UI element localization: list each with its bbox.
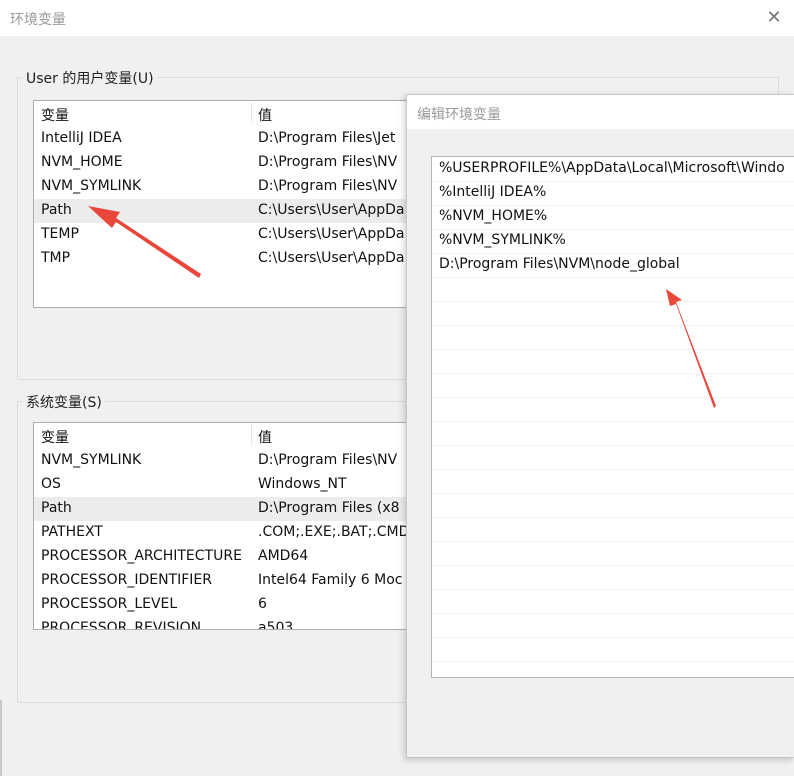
path-entry: %USERPROFILE%\AppData\Local\Microsoft\Wi…	[439, 160, 785, 176]
dialog-title: 编辑环境变量	[417, 107, 501, 123]
system-vars-label: 系统变量(S)	[23, 392, 105, 412]
var-value: a503	[258, 620, 294, 630]
var-name: IntelliJ IDEA	[41, 130, 122, 146]
var-name: NVM_SYMLINK	[41, 452, 142, 468]
table-row[interactable]: NVM_SYMLINK D:\Program Files\NV	[34, 175, 414, 199]
list-item[interactable]: %NVM_HOME%	[432, 205, 794, 230]
table-row[interactable]: NVM_SYMLINK D:\Program Files\NV	[34, 449, 414, 473]
table-row-selected[interactable]: Path C:\Users\User\AppDa	[34, 199, 414, 223]
var-value: .COM;.EXE;.BAT;.CMD	[258, 524, 410, 540]
empty-row	[432, 469, 794, 494]
list-item[interactable]: %USERPROFILE%\AppData\Local\Microsoft\Wi…	[432, 157, 794, 182]
table-row[interactable]: TMP C:\Users\User\AppDa	[34, 247, 414, 271]
path-entry: %NVM_SYMLINK%	[439, 232, 566, 248]
empty-row	[432, 301, 794, 326]
col-divider[interactable]	[251, 103, 252, 123]
empty-row	[432, 349, 794, 374]
list-item[interactable]: D:\Program Files\NVM\node_global	[432, 253, 794, 278]
var-name: NVM_SYMLINK	[41, 178, 142, 194]
empty-row	[432, 493, 794, 518]
close-icon[interactable]: ✕	[760, 4, 788, 32]
system-vars-header: 变量 值	[34, 423, 414, 447]
var-value: D:\Program Files (x8	[258, 500, 400, 516]
var-name: Path	[41, 500, 72, 516]
table-row[interactable]: PROCESSOR_REVISION a503	[34, 617, 414, 630]
empty-row	[432, 565, 794, 590]
col-header-value[interactable]: 值	[258, 105, 272, 125]
var-value: C:\Users\User\AppDa	[258, 202, 405, 218]
table-row-selected[interactable]: Path D:\Program Files (x8	[34, 497, 414, 521]
var-name: PROCESSOR_REVISION	[41, 620, 202, 630]
path-entry: %IntelliJ IDEA%	[439, 184, 547, 200]
col-header-name[interactable]: 变量	[41, 427, 69, 447]
var-name: TMP	[41, 250, 71, 266]
path-entry: D:\Program Files\NVM\node_global	[439, 256, 680, 272]
empty-row	[432, 397, 794, 422]
table-row[interactable]: NVM_HOME D:\Program Files\NV	[34, 151, 414, 175]
empty-row	[432, 613, 794, 638]
var-name: PATHEXT	[41, 524, 103, 540]
table-row[interactable]: PATHEXT .COM;.EXE;.BAT;.CMD	[34, 521, 414, 545]
var-name: TEMP	[41, 226, 79, 242]
var-value: 6	[258, 596, 267, 612]
list-item[interactable]: %IntelliJ IDEA%	[432, 181, 794, 206]
window-edge	[0, 700, 2, 776]
empty-row	[432, 589, 794, 614]
var-value: Windows_NT	[258, 476, 347, 492]
empty-row	[432, 541, 794, 566]
table-row[interactable]: PROCESSOR_IDENTIFIER Intel64 Family 6 Mo…	[34, 569, 414, 593]
table-row[interactable]: PROCESSOR_LEVEL 6	[34, 593, 414, 617]
table-row[interactable]: TEMP C:\Users\User\AppDa	[34, 223, 414, 247]
var-value: D:\Program Files\NV	[258, 452, 398, 468]
list-item[interactable]: %NVM_SYMLINK%	[432, 229, 794, 254]
path-entry: %NVM_HOME%	[439, 208, 548, 224]
empty-row	[432, 445, 794, 470]
var-value: Intel64 Family 6 Moc	[258, 572, 403, 588]
empty-row	[432, 373, 794, 398]
var-name: PROCESSOR_IDENTIFIER	[41, 572, 212, 588]
var-value: AMD64	[258, 548, 309, 564]
col-header-value[interactable]: 值	[258, 427, 272, 447]
edit-env-var-dialog: 编辑环境变量 %USERPROFILE%\AppData\Local\Micro…	[406, 94, 794, 758]
var-name: PROCESSOR_ARCHITECTURE	[41, 548, 242, 564]
empty-row	[432, 277, 794, 302]
var-value: D:\Program Files\NV	[258, 154, 398, 170]
empty-row	[432, 637, 794, 662]
var-value: D:\Program Files\Jet	[258, 130, 396, 146]
empty-row	[432, 325, 794, 350]
table-row[interactable]: IntelliJ IDEA D:\Program Files\Jet	[34, 127, 414, 151]
col-header-name[interactable]: 变量	[41, 105, 69, 125]
system-vars-list[interactable]: 变量 值 NVM_SYMLINK D:\Program Files\NV OS …	[33, 422, 415, 630]
path-entries-list[interactable]: %USERPROFILE%\AppData\Local\Microsoft\Wi…	[431, 156, 794, 678]
var-value: C:\Users\User\AppDa	[258, 226, 405, 242]
user-vars-list[interactable]: 变量 值 IntelliJ IDEA D:\Program Files\Jet …	[33, 100, 415, 308]
var-name: NVM_HOME	[41, 154, 123, 170]
empty-row	[432, 421, 794, 446]
user-vars-label: User 的用户变量(U)	[23, 68, 157, 88]
table-row[interactable]: PROCESSOR_ARCHITECTURE AMD64	[34, 545, 414, 569]
var-name: PROCESSOR_LEVEL	[41, 596, 178, 612]
window-title: 环境变量	[10, 12, 66, 28]
dialog-title-bar[interactable]: 编辑环境变量	[407, 95, 794, 129]
title-bar: 环境变量 ✕	[0, 0, 794, 36]
user-vars-header: 变量 值	[34, 101, 414, 125]
var-value: C:\Users\User\AppDa	[258, 250, 405, 266]
var-name: Path	[41, 202, 72, 218]
var-value: D:\Program Files\NV	[258, 178, 398, 194]
col-divider[interactable]	[251, 425, 252, 445]
var-name: OS	[41, 476, 61, 492]
table-row[interactable]: OS Windows_NT	[34, 473, 414, 497]
empty-row	[432, 517, 794, 542]
